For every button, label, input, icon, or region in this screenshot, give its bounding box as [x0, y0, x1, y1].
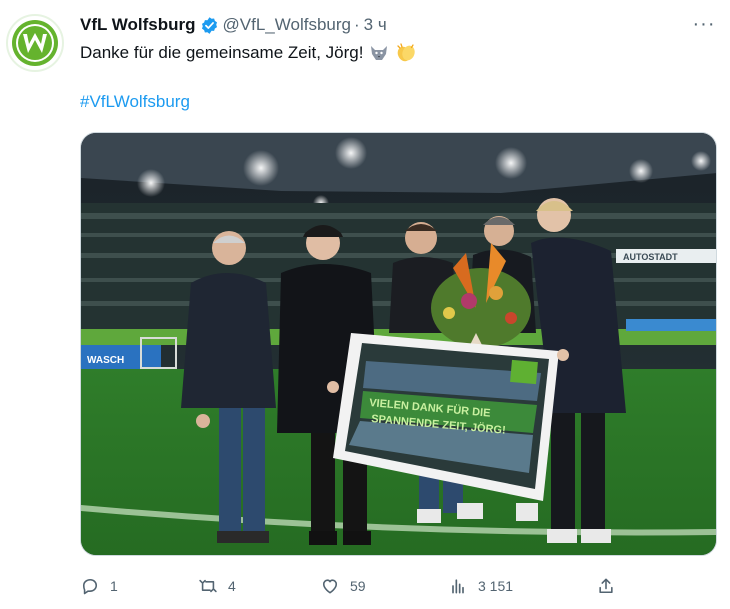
wolf-icon	[368, 42, 390, 64]
clapping-hands-icon	[395, 42, 417, 64]
like-button[interactable]: 59	[320, 574, 366, 598]
tweet-text-body: Danke für die gemeinsame Zeit, Jörg!	[80, 43, 364, 62]
verified-badge-icon	[200, 16, 219, 35]
tweet: VfL Wolfsburg @VfL_Wolfsburg · 3 ч ··· D…	[0, 0, 730, 609]
ad-board-left-text: WASCH	[87, 355, 124, 366]
views-chart-icon	[452, 579, 464, 594]
stadium-banner-text: AUTOSTADT	[623, 252, 678, 262]
separator-dot: ·	[353, 15, 360, 34]
reply-count: 1	[110, 578, 118, 594]
author-name[interactable]: VfL Wolfsburg	[80, 15, 196, 35]
repost-icon	[199, 579, 217, 593]
views-button[interactable]: 3 151	[448, 574, 513, 598]
stadium-photo: AUTOSTADT WASCH VIELEN DANK FÜR DIE SPAN…	[81, 133, 716, 555]
reply-icon	[82, 578, 98, 595]
views-count: 3 151	[478, 578, 514, 594]
share-button[interactable]	[596, 574, 616, 598]
tweet-header: VfL Wolfsburg @VfL_Wolfsburg · 3 ч	[80, 14, 387, 36]
tweet-text: Danke für die gemeinsame Zeit, Jörg!	[80, 42, 417, 64]
hashtag-link[interactable]: #VfLWolfsburg	[80, 92, 190, 112]
vfl-wolfsburg-logo-icon	[12, 20, 58, 66]
author-handle[interactable]: @VfL_Wolfsburg	[223, 15, 351, 35]
action-bar: 1 4 59 3 151	[80, 574, 620, 598]
more-icon: ···	[692, 12, 716, 35]
tweet-photo[interactable]: AUTOSTADT WASCH VIELEN DANK FÜR DIE SPAN…	[80, 132, 717, 556]
share-icon	[599, 578, 613, 594]
reply-button[interactable]: 1	[80, 574, 118, 598]
repost-count: 4	[228, 578, 236, 594]
timestamp[interactable]: 3 ч	[364, 15, 387, 35]
more-options-button[interactable]: ···	[692, 12, 716, 35]
heart-icon	[322, 579, 338, 594]
like-count: 59	[350, 578, 366, 594]
repost-button[interactable]: 4	[198, 574, 236, 598]
avatar[interactable]	[6, 14, 64, 72]
